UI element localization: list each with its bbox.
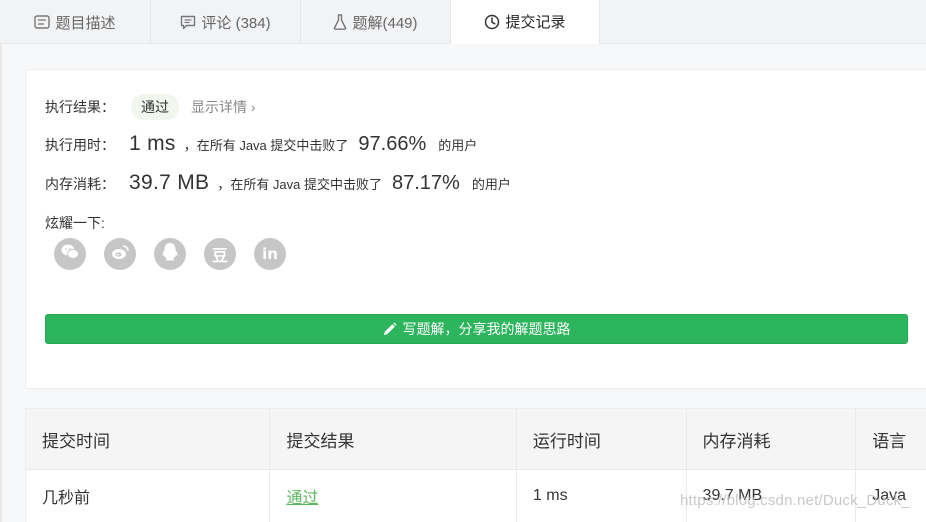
tab-label: 评论 (384)	[201, 14, 271, 32]
exec-time-row: 执行用时： 1 ms ，在所有 Java 提交中击败了 97.66% 的用户	[45, 132, 477, 156]
weibo-icon	[110, 243, 130, 266]
exec-time-label: 执行用时：	[45, 137, 115, 153]
share-qq-button[interactable]	[154, 238, 186, 270]
share-label: 炫耀一下:	[45, 215, 105, 231]
header-memory: 内存消耗	[687, 409, 857, 469]
cell-submit-result-link[interactable]: 通过	[270, 470, 517, 522]
memory-label: 内存消耗：	[45, 176, 115, 192]
cell-run-time: 1 ms	[517, 470, 687, 522]
share-buttons: 豆 in	[54, 238, 304, 270]
pencil-icon	[383, 322, 397, 336]
share-wechat-button[interactable]	[54, 238, 86, 270]
result-card: 执行结果： 通过 显示详情 › 执行用时： 1 ms ，在所有 Java 提交中…	[25, 69, 926, 389]
exec-time-percent: 97.66%	[358, 133, 427, 155]
share-linkedin-button[interactable]: in	[254, 238, 286, 270]
memory-value: 39.7 MB	[129, 171, 210, 194]
tab-label: 题解(449)	[352, 14, 418, 32]
memory-users: 的用户	[471, 177, 511, 192]
show-details-link[interactable]: 显示详情 ›	[191, 97, 256, 117]
clock-icon	[484, 14, 500, 30]
tab-comments[interactable]: 评论 (384)	[151, 0, 301, 44]
table-header: 提交时间 提交结果 运行时间 内存消耗 语言	[26, 409, 926, 470]
cell-submit-time: 几秒前	[26, 470, 271, 522]
header-language: 语言	[872, 431, 907, 451]
memory-percent: 87.17%	[392, 172, 460, 194]
douban-icon: 豆	[211, 248, 228, 265]
share-douban-button[interactable]: 豆	[204, 238, 236, 270]
header-submit-result: 提交结果	[270, 409, 517, 469]
tab-label: 题目描述	[55, 14, 116, 32]
share-weibo-button[interactable]	[104, 238, 136, 270]
exec-result-label: 执行结果：	[45, 99, 115, 115]
comment-icon	[180, 15, 196, 30]
status-badge: 通过	[131, 94, 179, 120]
exec-time-text: ，在所有 Java 提交中击败了	[183, 138, 349, 153]
exec-time-users: 的用户	[438, 138, 478, 153]
wechat-icon	[60, 243, 80, 266]
tab-description[interactable]: 题目描述	[0, 0, 151, 44]
tab-bar-spacer	[600, 0, 926, 43]
description-icon	[34, 15, 51, 29]
memory-row: 内存消耗： 39.7 MB ，在所有 Java 提交中击败了 87.17% 的用…	[45, 171, 511, 195]
tab-submissions[interactable]: 提交记录	[451, 0, 600, 44]
tab-solutions[interactable]: 题解(449)	[301, 0, 451, 44]
exec-time-value: 1 ms	[129, 132, 176, 155]
share-label-row: 炫耀一下:	[45, 213, 105, 233]
memory-text: ，在所有 Java 提交中击败了	[217, 177, 382, 192]
qq-icon	[161, 242, 179, 267]
page-edge	[0, 44, 2, 522]
tab-label: 提交记录	[505, 14, 566, 31]
linkedin-icon: in	[262, 245, 278, 263]
write-solution-button[interactable]: 写题解，分享我的解题思路	[45, 314, 908, 344]
watermark: https://blog.csdn.net/Duck_Duck_	[680, 492, 910, 509]
flask-icon	[333, 14, 347, 30]
write-solution-label: 写题解，分享我的解题思路	[402, 321, 571, 337]
exec-result-row: 执行结果： 通过 显示详情 ›	[45, 94, 256, 120]
tab-bar: 题目描述 评论 (384) 题解(449) 提交记录	[0, 0, 926, 44]
header-run-time: 运行时间	[517, 409, 687, 469]
header-submit-time: 提交时间	[26, 409, 271, 469]
